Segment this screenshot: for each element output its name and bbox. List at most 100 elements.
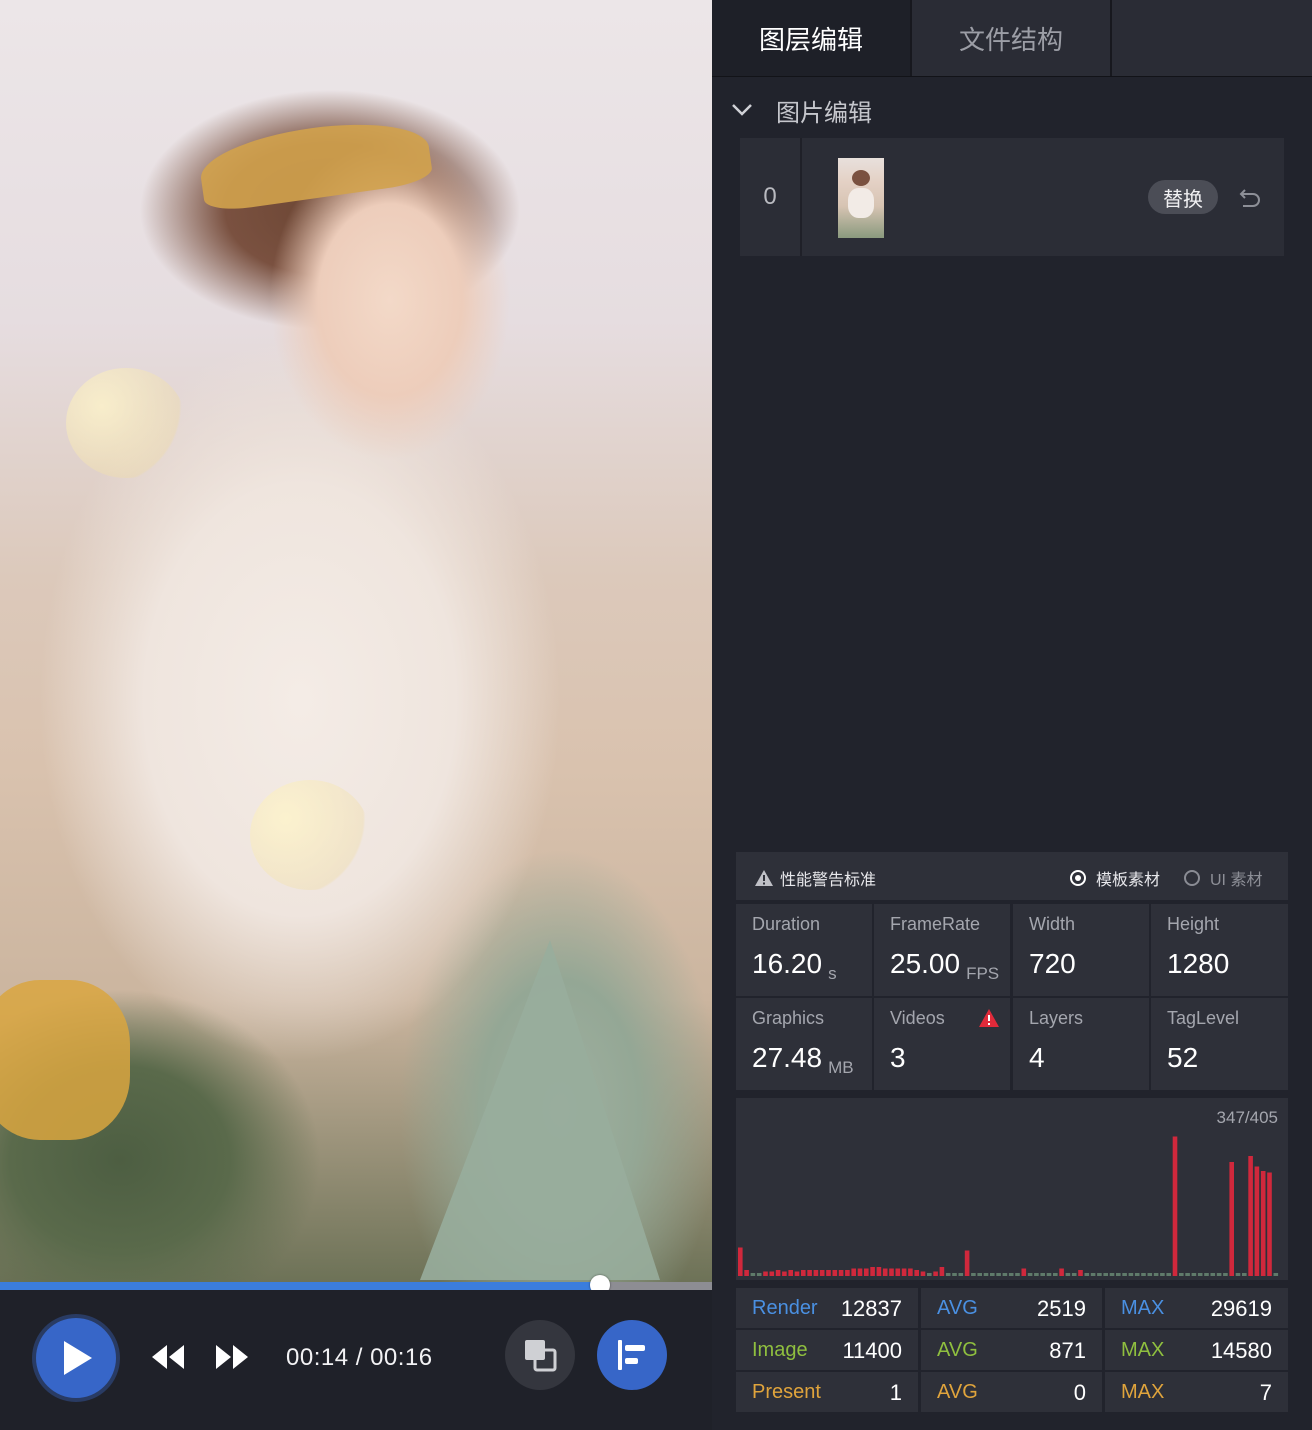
frame-bar: [882, 1268, 888, 1276]
heart-sticker: [250, 780, 370, 890]
table-row: Image 11400 AVG 871 MAX 14580: [736, 1330, 1288, 1370]
fast-forward-button[interactable]: [214, 1342, 250, 1377]
editor-panel: 图层编辑 文件结构 图片编辑 0 替换 性能警告标准 模板素材 UI 素材 Du…: [712, 0, 1312, 1430]
frame-bar: [1267, 1172, 1272, 1276]
metric-number: 1280: [1167, 948, 1230, 979]
frame-bar: [1116, 1273, 1121, 1276]
frame-bar: [920, 1271, 926, 1276]
perf-avg-cell: AVG 871: [921, 1330, 1102, 1370]
frame-bar: [801, 1270, 806, 1276]
frame-bar: [750, 1273, 756, 1276]
radio-template-assets[interactable]: 模板素材: [1070, 866, 1160, 890]
play-icon: [64, 1341, 92, 1375]
playback-progress-fill: [0, 1282, 601, 1290]
metric-value: 4: [1029, 1042, 1045, 1074]
metric-label: TagLevel: [1167, 1008, 1240, 1028]
metric-width: Width 720: [1013, 904, 1149, 996]
frame-bar: [738, 1247, 743, 1276]
frame-bar: [870, 1267, 875, 1276]
perf-name-cell: Image 11400: [736, 1330, 918, 1370]
play-button[interactable]: [36, 1318, 116, 1398]
replace-button[interactable]: 替换: [1148, 180, 1218, 214]
frame-bar: [1248, 1156, 1253, 1276]
rewind-button[interactable]: [150, 1342, 186, 1377]
undo-button[interactable]: [1237, 184, 1263, 215]
frame-bar: [1197, 1273, 1203, 1276]
frame-bar: [1040, 1273, 1045, 1276]
metric-label: Duration: [752, 914, 821, 934]
frame-bar: [996, 1273, 1001, 1276]
perf-avg-value: 871: [1049, 1338, 1086, 1363]
frame-bar: [775, 1270, 781, 1276]
frame-bar: [1229, 1162, 1234, 1276]
radio-ui-assets[interactable]: UI 素材: [1184, 866, 1262, 890]
frame-bar: [807, 1270, 812, 1276]
frame-bar: [1254, 1166, 1260, 1276]
frame-bar: [914, 1270, 919, 1276]
image-layer-row[interactable]: 0 替换: [740, 138, 1284, 256]
frame-bar: [744, 1270, 749, 1276]
metric-number: 52: [1167, 1042, 1199, 1073]
frame-bar: [1122, 1273, 1127, 1276]
warning-icon: [755, 870, 773, 886]
frame-bar: [1153, 1273, 1159, 1276]
frame-bar: [1065, 1273, 1071, 1276]
playback-time: 00:14 / 00:16: [286, 1344, 433, 1371]
perf-max-value: 29619: [1210, 1296, 1272, 1321]
warning-standard-label: 性能警告标准: [780, 872, 877, 889]
frame-bar: [983, 1273, 989, 1276]
frame-bar: [1235, 1273, 1241, 1276]
metric-unit: MB: [828, 1058, 854, 1077]
layer-thumbnail[interactable]: [838, 158, 884, 238]
frame-bar: [1172, 1136, 1178, 1276]
frame-bar: [794, 1271, 800, 1276]
perf-name-cell: Present 1: [736, 1372, 918, 1412]
frame-bar: [952, 1273, 957, 1276]
frame-bar: [1053, 1273, 1058, 1276]
frame-bar: [1034, 1273, 1039, 1276]
section-image-edit-header[interactable]: 图片编辑: [730, 90, 872, 130]
frame-bar: [1179, 1273, 1184, 1276]
frame-bar: [889, 1268, 894, 1276]
preview-image: [0, 0, 712, 1282]
metric-videos: Videos 3: [874, 998, 1010, 1090]
frame-bar: [1204, 1273, 1209, 1276]
frame-bar: [1128, 1273, 1134, 1276]
tab-layer-edit[interactable]: 图层编辑: [712, 0, 912, 76]
metric-duration: Duration 16.20 s: [736, 904, 872, 996]
frame-bar: [1216, 1273, 1222, 1276]
metric-label: Height: [1167, 914, 1220, 934]
align-button[interactable]: [597, 1320, 667, 1390]
align-left-icon: [618, 1340, 645, 1370]
frame-bar: [851, 1268, 856, 1276]
radio-template-assets-label: 模板素材: [1096, 872, 1161, 889]
frame-bar: [939, 1267, 945, 1276]
frame-bar: [901, 1268, 907, 1276]
frame-bar: [1273, 1273, 1279, 1276]
tab-file-structure[interactable]: 文件结构: [912, 0, 1112, 76]
layer-overlay-button[interactable]: [505, 1320, 575, 1390]
heart-sticker: [66, 368, 186, 478]
frame-bar: [769, 1271, 775, 1276]
player-controls: 00:14 / 00:16: [0, 1290, 712, 1430]
frame-bar: [1002, 1273, 1008, 1276]
frame-bar: [756, 1273, 762, 1276]
perf-max-value: 14580: [1210, 1338, 1272, 1363]
frame-bar: [1191, 1273, 1197, 1276]
rewind-icon: [152, 1345, 184, 1369]
perf-avg-label: AVG: [937, 1381, 978, 1403]
metric-number: 25.00: [890, 948, 961, 979]
frame-bar: [1078, 1270, 1083, 1276]
metric-label: Width: [1029, 914, 1076, 934]
alert-icon: [979, 1009, 999, 1027]
frame-bar: [945, 1273, 951, 1276]
warning-standard-bar: 性能警告标准 模板素材 UI 素材: [736, 852, 1288, 900]
perf-max-cell: MAX 29619: [1105, 1288, 1288, 1328]
playback-progress-bar[interactable]: [0, 1275, 712, 1295]
layers-icon: [525, 1340, 557, 1372]
frame-bar: [763, 1271, 768, 1276]
radio-unselected-icon: [1184, 870, 1200, 886]
frame-bar: [1015, 1273, 1020, 1276]
frame-bar: [1242, 1273, 1247, 1276]
frame-bar: [933, 1271, 938, 1276]
